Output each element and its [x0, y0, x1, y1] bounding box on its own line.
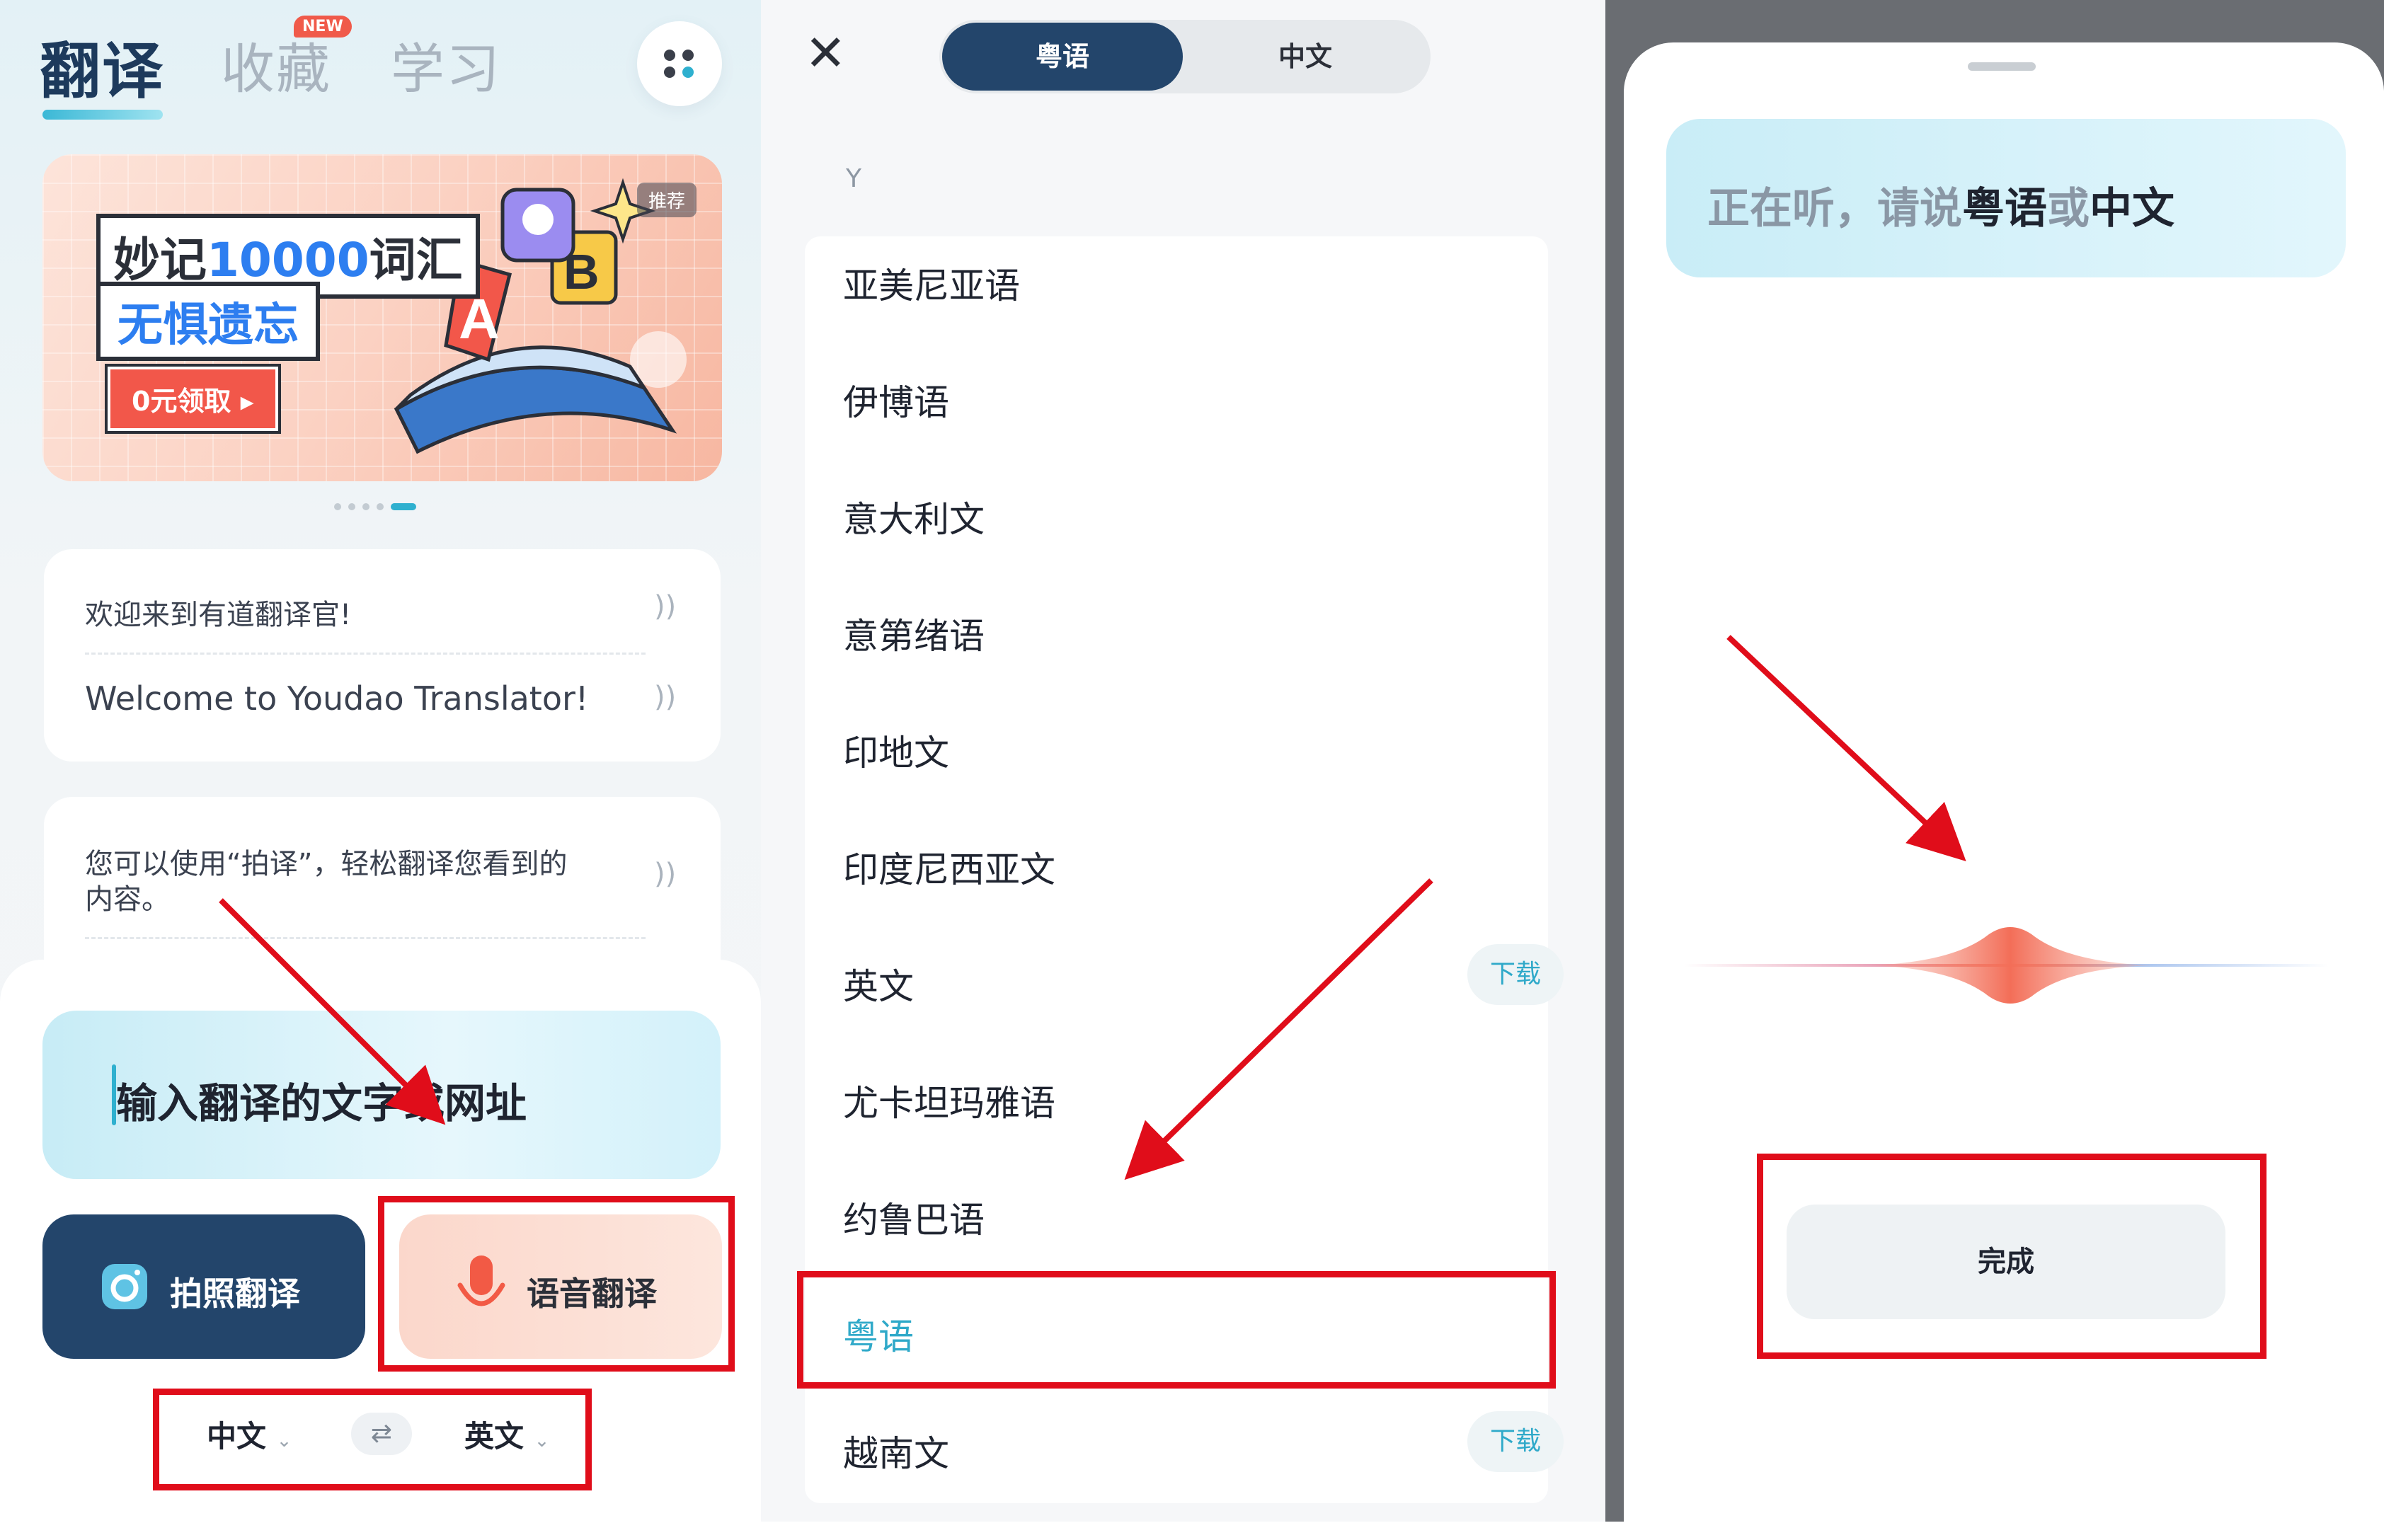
camera-icon — [102, 1264, 147, 1309]
grid-dot-icon — [664, 50, 675, 61]
banner-title-line2: 无惧遗忘 — [96, 282, 320, 361]
banner-title-suffix: 词汇 — [369, 233, 463, 287]
active-tab-underline — [42, 110, 163, 120]
listening-prompt: 正在听，请说粤语或中文 — [1707, 174, 2174, 236]
carousel-indicator — [334, 500, 423, 513]
banner-title-prefix: 妙记 — [113, 233, 207, 287]
highlight-done-button — [1757, 1154, 2266, 1359]
tab-favorites-label: 收藏 — [221, 38, 331, 100]
banner-title-number: 10000 — [207, 233, 369, 287]
segment-chinese[interactable]: 中文 — [1183, 23, 1428, 91]
grid-dot-icon — [682, 67, 694, 78]
tab-learn-label: 学习 — [391, 38, 501, 100]
apps-grid-button[interactable] — [637, 21, 722, 106]
speaker-icon[interactable]: )) — [654, 590, 676, 623]
language-item[interactable]: 印地文 — [843, 725, 949, 776]
photo-translate-button[interactable]: 拍照翻译 — [42, 1214, 365, 1359]
voice-waveform-icon — [1869, 927, 2152, 1004]
recommend-tag: 推荐 — [637, 183, 697, 217]
prompt-or: 或 — [2047, 184, 2090, 234]
welcome-en-text: Welcome to Youdao Translator! — [85, 679, 589, 718]
card-divider — [85, 653, 646, 655]
language-item[interactable]: 意大利文 — [843, 491, 985, 542]
promo-banner[interactable]: A B 妙记10000词汇 无惧遗忘 0元领取 ▸ 推荐 — [42, 154, 722, 481]
section-letter-header: Y — [846, 164, 861, 193]
tab-translate[interactable]: 翻译 — [40, 21, 164, 120]
tip-text-line2: 内容。 — [85, 883, 170, 916]
photo-translate-label: 拍照翻译 — [170, 1275, 300, 1313]
input-placeholder: 输入翻译的文字或网址 — [116, 1079, 527, 1127]
close-icon[interactable]: ✕ — [805, 28, 847, 78]
download-button[interactable]: 下载 — [1467, 944, 1564, 1005]
language-item[interactable]: 越南文 — [843, 1425, 949, 1476]
tab-learn[interactable]: 学习 — [391, 25, 501, 103]
highlight-language-row — [153, 1389, 592, 1490]
highlight-cantonese-item — [797, 1271, 1556, 1389]
banner-claim-button[interactable]: 0元领取 ▸ — [108, 367, 278, 431]
card-divider — [85, 937, 646, 939]
speaker-icon[interactable]: )) — [654, 858, 676, 890]
language-item[interactable]: 意第绪语 — [843, 608, 985, 659]
welcome-zh-text: 欢迎来到有道翻译官! — [85, 599, 352, 631]
language-item[interactable]: 伊博语 — [843, 374, 949, 425]
grid-dot-icon — [664, 67, 675, 78]
prompt-language-2: 中文 — [2090, 184, 2174, 234]
new-badge: NEW — [294, 16, 352, 38]
carousel-dot-active — [391, 503, 416, 510]
carousel-dot — [377, 503, 384, 510]
highlight-voice-button — [378, 1196, 735, 1372]
grid-dot-icon — [682, 50, 694, 61]
prompt-prefix: 正在听，请说 — [1707, 184, 1962, 234]
carousel-dot — [362, 503, 369, 510]
carousel-dot — [334, 503, 341, 510]
segment-cantonese[interactable]: 粤语 — [942, 23, 1183, 91]
speaker-icon[interactable]: )) — [654, 681, 676, 713]
tab-translate-label: 翻译 — [40, 36, 164, 107]
language-item[interactable]: 印度尼西亚文 — [843, 841, 1055, 892]
language-item[interactable]: 亚美尼亚语 — [843, 258, 1020, 309]
carousel-dot — [348, 503, 355, 510]
language-item[interactable]: 尤卡坦玛雅语 — [843, 1075, 1055, 1126]
drag-handle[interactable] — [1968, 62, 2036, 71]
language-item[interactable]: 英文 — [843, 958, 914, 1009]
download-button[interactable]: 下载 — [1467, 1411, 1564, 1472]
language-item[interactable]: 约鲁巴语 — [843, 1192, 985, 1243]
welcome-card: 欢迎来到有道翻译官! )) Welcome to Youdao Translat… — [44, 549, 721, 762]
prompt-language-1: 粤语 — [1962, 184, 2047, 234]
